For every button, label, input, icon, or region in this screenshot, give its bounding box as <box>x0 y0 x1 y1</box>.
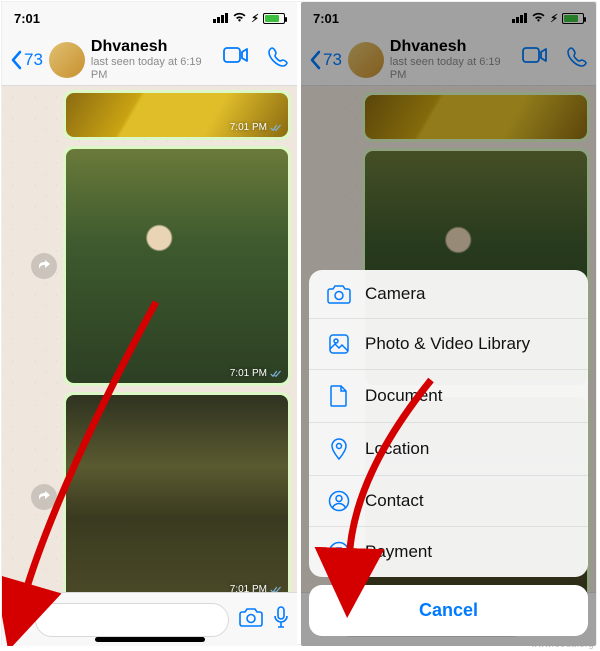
forward-button[interactable] <box>31 253 57 279</box>
camera-button[interactable] <box>239 607 263 632</box>
camera-icon <box>327 284 351 304</box>
charge-icon: ⚡︎ <box>251 12 259 25</box>
photo-attachment[interactable]: 7:01 PM <box>66 149 288 383</box>
phone-right: 7:01 ⚡︎ 73 Dhvanesh last seen today at 6… <box>301 2 596 646</box>
clock: 7:01 <box>14 11 40 26</box>
cancel-label: Cancel <box>419 600 478 620</box>
location-icon <box>327 437 351 461</box>
sheet-item-label: Photo & Video Library <box>365 334 530 354</box>
avatar[interactable] <box>49 42 85 78</box>
timestamp: 7:01 PM <box>230 584 282 592</box>
chat-scroll[interactable]: 7:01 PM 7:01 PM <box>2 86 297 592</box>
photo-attachment[interactable]: 7:01 PM <box>66 93 288 137</box>
chevron-left-icon <box>10 50 22 70</box>
sheet-item-label: Payment <box>365 542 432 562</box>
message-input[interactable] <box>35 603 229 637</box>
contact-name: Dhvanesh <box>91 38 217 56</box>
phone-left: 7:01 ⚡︎ 73 Dhvanesh last seen today at 6… <box>2 2 297 646</box>
cell-signal-icon <box>213 13 228 23</box>
sheet-item-contact[interactable]: Contact <box>309 476 588 527</box>
sheet-item-label: Location <box>365 439 429 459</box>
message-bubble[interactable]: 7:01 PM <box>63 392 291 592</box>
contact-icon <box>327 490 351 512</box>
rupee-icon: ₹ <box>327 541 351 563</box>
svg-text:₹: ₹ <box>335 545 343 559</box>
forward-button[interactable] <box>31 484 57 510</box>
sheet-item-location[interactable]: Location <box>309 423 588 476</box>
action-sheet: Camera Photo & Video Library Document <box>309 270 588 636</box>
mic-button[interactable] <box>273 606 289 633</box>
sheet-item-label: Document <box>365 386 442 406</box>
video-call-button[interactable] <box>223 46 249 73</box>
photo-icon <box>327 333 351 355</box>
message-bubble[interactable]: 7:01 PM <box>63 90 291 140</box>
back-count: 73 <box>24 50 43 70</box>
last-seen: last seen today at 6:19 PM <box>91 56 217 81</box>
attach-button[interactable]: + <box>10 604 25 635</box>
wifi-icon <box>232 11 247 26</box>
sheet-item-photo-library[interactable]: Photo & Video Library <box>309 319 588 370</box>
sheet-item-payment[interactable]: ₹ Payment <box>309 527 588 577</box>
sheet-item-label: Camera <box>365 284 425 304</box>
chat-header: 73 Dhvanesh last seen today at 6:19 PM <box>2 34 297 86</box>
battery-icon <box>263 13 285 24</box>
document-icon <box>327 384 351 408</box>
back-button[interactable]: 73 <box>10 50 43 70</box>
sheet-item-label: Contact <box>365 491 424 511</box>
sheet-item-document[interactable]: Document <box>309 370 588 423</box>
status-bar: 7:01 ⚡︎ <box>2 2 297 34</box>
chat-title[interactable]: Dhvanesh last seen today at 6:19 PM <box>91 38 217 82</box>
voice-call-button[interactable] <box>267 46 289 73</box>
home-indicator[interactable] <box>95 637 205 642</box>
sheet-item-camera[interactable]: Camera <box>309 270 588 319</box>
cancel-button[interactable]: Cancel <box>309 585 588 636</box>
timestamp: 7:01 PM <box>230 368 282 379</box>
timestamp: 7:01 PM <box>230 122 282 133</box>
photo-attachment[interactable]: 7:01 PM <box>66 395 288 592</box>
message-bubble[interactable]: 7:01 PM <box>63 146 291 386</box>
